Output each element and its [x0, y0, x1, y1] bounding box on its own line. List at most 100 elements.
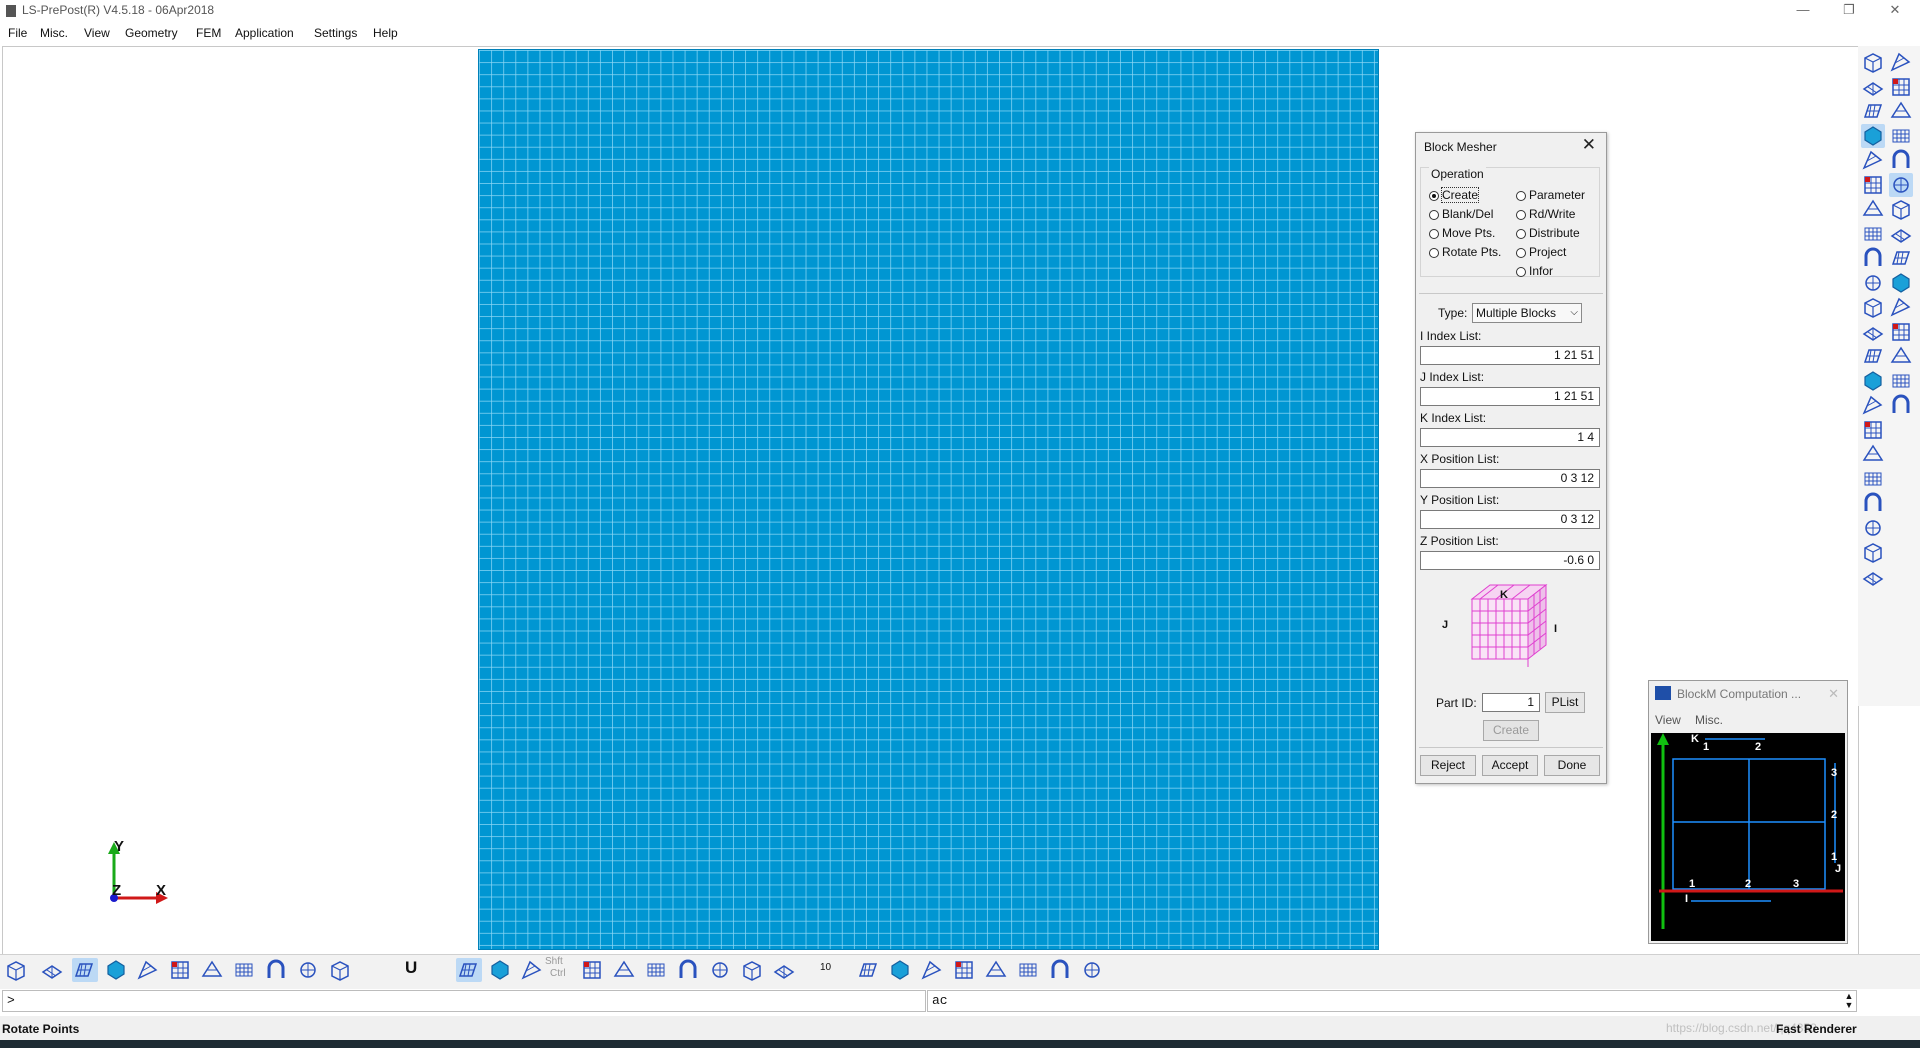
y-position-field[interactable]: 0 3 12: [1420, 510, 1600, 529]
z-position-field[interactable]: -0.6 0: [1420, 551, 1600, 570]
triangle-icon-left-16[interactable]: [1861, 442, 1885, 466]
node-icon-right-6[interactable]: [1889, 197, 1913, 221]
menu-settings[interactable]: Settings: [314, 26, 357, 40]
j-index-field[interactable]: 1 21 51: [1420, 387, 1600, 406]
toolbar-icon-25[interactable]: [952, 958, 978, 982]
toolbar-icon-7[interactable]: [232, 958, 258, 982]
radio-blank-del[interactable]: Blank/Del: [1429, 207, 1493, 221]
toolbar-icon-4[interactable]: [136, 958, 162, 982]
shape-icon-right-7[interactable]: [1889, 222, 1913, 246]
radio-infor[interactable]: Infor: [1516, 264, 1553, 278]
toolbar-icon-20[interactable]: [740, 958, 766, 982]
magnet-icon-right-5[interactable]: [1889, 172, 1913, 197]
toolbar-icon-27[interactable]: [1016, 958, 1042, 982]
magnet-icon-left-8[interactable]: [1861, 246, 1885, 270]
toolbar-icon-22[interactable]: [856, 958, 882, 982]
type-select[interactable]: Multiple Blocks ⌵: [1472, 303, 1582, 323]
command-output[interactable]: ac: [927, 990, 1857, 1012]
restore-button[interactable]: ❐: [1826, 0, 1872, 22]
menu-file[interactable]: File: [8, 26, 27, 40]
computation-menu-misc[interactable]: Misc.: [1695, 713, 1723, 727]
menu-help[interactable]: Help: [373, 26, 398, 40]
x-position-field[interactable]: 0 3 12: [1420, 469, 1600, 488]
computation-close-icon[interactable]: ✕: [1828, 686, 1839, 702]
toolbar-icon-24[interactable]: [920, 958, 946, 982]
grid-icon-left-15[interactable]: [1861, 418, 1885, 442]
solid-icon-left-13[interactable]: [1861, 369, 1885, 393]
computation-canvas[interactable]: K 1 2 3 2 1 J 1 2 3 I: [1651, 733, 1845, 941]
k-index-field[interactable]: 1 4: [1420, 428, 1600, 447]
mesh-icon-left-2[interactable]: [1861, 99, 1885, 123]
toolbar-icon-13[interactable]: [488, 958, 514, 982]
element-icon-left-7[interactable]: [1861, 222, 1885, 246]
toolbar-icon-9[interactable]: [296, 958, 322, 982]
magnet-icon-left-18[interactable]: [1861, 491, 1885, 515]
solid-icon-right-10[interactable]: [1889, 295, 1913, 319]
curve-icon-right-1[interactable]: [1889, 75, 1913, 99]
surface-icon-left-1[interactable]: [1861, 75, 1885, 99]
toolbar-icon-6[interactable]: [200, 958, 226, 982]
toolbar-icon-5[interactable]: [168, 958, 194, 982]
triangle-icon-right-3[interactable]: [1889, 124, 1913, 148]
minimize-button[interactable]: —: [1780, 0, 1826, 22]
surface-icon-left-11[interactable]: [1861, 320, 1885, 344]
radio-parameter[interactable]: Parameter: [1516, 188, 1585, 202]
toolbar-icon-8[interactable]: [264, 958, 290, 982]
create-button[interactable]: Create: [1483, 720, 1539, 741]
toolbar-icon-14[interactable]: [520, 958, 546, 982]
radio-rotate-pts[interactable]: Rotate Pts.: [1429, 245, 1501, 259]
radio-project[interactable]: Project: [1516, 245, 1566, 259]
command-input[interactable]: >: [2, 990, 926, 1012]
shape-icon-left-20[interactable]: [1861, 540, 1885, 564]
u-label[interactable]: U: [405, 958, 417, 978]
element-icon-left-17[interactable]: [1861, 467, 1885, 491]
mesh-icon-right-9[interactable]: [1889, 271, 1913, 295]
grid-icon-right-2[interactable]: [1889, 99, 1913, 123]
menu-misc[interactable]: Misc.: [40, 26, 68, 40]
grid-icon-left-5[interactable]: [1861, 173, 1885, 197]
toolbar-icon-10[interactable]: [328, 958, 354, 982]
grid-icon-right-12[interactable]: [1889, 344, 1913, 368]
computation-menu-view[interactable]: View: [1655, 713, 1681, 727]
surface-icon-right-8[interactable]: [1889, 246, 1913, 270]
shape-icon-left-10[interactable]: [1861, 295, 1885, 319]
menu-view[interactable]: View: [84, 26, 110, 40]
surface-icon-left-21[interactable]: [1861, 565, 1885, 589]
menu-application[interactable]: Application: [235, 26, 294, 40]
shape-icon-left-0[interactable]: [1861, 50, 1885, 74]
solid-icon-left-3[interactable]: [1861, 123, 1885, 148]
toolbar-icon-17[interactable]: [644, 958, 670, 982]
dialog-close-icon[interactable]: ✕: [1582, 136, 1596, 154]
toolbar-icon-19[interactable]: [708, 958, 734, 982]
curve-icon-left-14[interactable]: [1861, 393, 1885, 417]
solid-icon-right-0[interactable]: [1889, 50, 1913, 74]
toolbar-icon-28[interactable]: [1048, 958, 1074, 982]
element-icon-right-14[interactable]: [1889, 393, 1913, 417]
block-mesh-plate[interactable]: [478, 49, 1379, 950]
element-icon-right-4[interactable]: [1889, 148, 1913, 172]
scroll-arrows-icon[interactable]: ▲ ▼: [1842, 992, 1856, 1010]
toolbar-icon-15[interactable]: [580, 958, 606, 982]
menu-fem[interactable]: FEM: [196, 26, 221, 40]
toolbar-icon-16[interactable]: [612, 958, 638, 982]
radio-distribute[interactable]: Distribute: [1516, 226, 1580, 240]
i-index-field[interactable]: 1 21 51: [1420, 346, 1600, 365]
close-button[interactable]: ✕: [1872, 0, 1918, 22]
toolbar-icon-21[interactable]: [772, 958, 798, 982]
toolbar-icon-0[interactable]: [4, 958, 30, 982]
done-button[interactable]: Done: [1544, 755, 1600, 776]
radio-create[interactable]: Create: [1429, 187, 1480, 203]
node-icon-left-19[interactable]: [1861, 516, 1885, 540]
toolbar-icon-23[interactable]: [888, 958, 914, 982]
plist-button[interactable]: PList: [1545, 692, 1585, 713]
toolbar-icon-3[interactable]: [104, 958, 130, 982]
radio-move-pts[interactable]: Move Pts.: [1429, 226, 1495, 240]
curve-icon-right-11[interactable]: [1889, 320, 1913, 344]
curve-icon-left-4[interactable]: [1861, 148, 1885, 172]
toolbar-icon-29[interactable]: [1080, 958, 1106, 982]
triangle-icon-left-6[interactable]: [1861, 197, 1885, 221]
node-icon-left-9[interactable]: [1861, 271, 1885, 295]
accept-button[interactable]: Accept: [1482, 755, 1538, 776]
triangle-icon-right-13[interactable]: [1889, 369, 1913, 393]
part-id-field[interactable]: 1: [1482, 693, 1540, 712]
